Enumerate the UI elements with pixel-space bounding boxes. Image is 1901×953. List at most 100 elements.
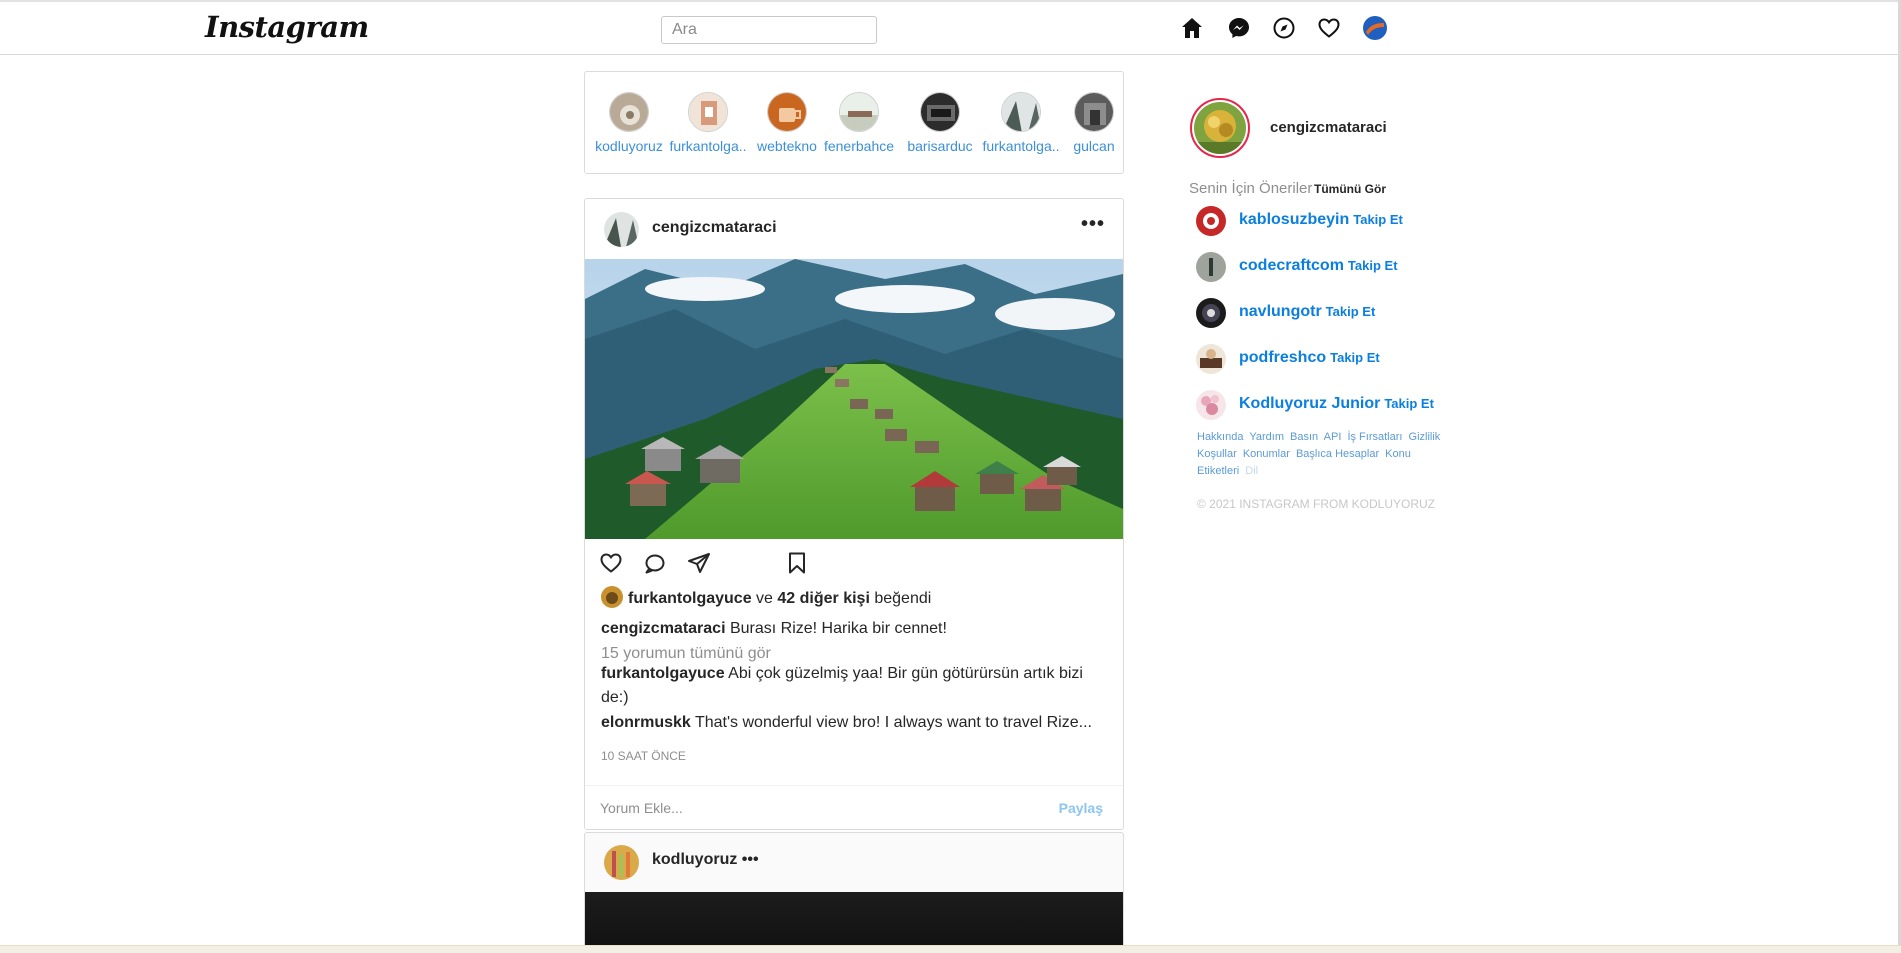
story-item[interactable]: kodluyoruz [587,92,671,154]
suggestion-item: kablosuzbeyin Takip Et [1196,206,1476,236]
suggestion-avatar[interactable] [1196,252,1226,282]
story-item[interactable]: fenerbahce [817,92,901,154]
story-username: barisarduc [907,138,973,154]
post-author-avatar[interactable] [604,212,639,247]
footer-link[interactable]: Konumlar [1243,448,1290,460]
stories-bar: kodluyoruz furkantolga.. webtekno fenerb… [584,71,1124,174]
more-dots-icon[interactable]: ••• [742,851,759,868]
footer-link[interactable]: Basın [1290,431,1318,443]
feed-post-2: kodluyoruz ••• [584,832,1124,953]
post-comment-button[interactable]: Paylaş [1059,800,1103,816]
story-avatar [688,92,728,132]
post-author-avatar[interactable] [604,845,639,880]
liker-username[interactable]: furkantolgayuce [628,590,752,607]
post-caption: cengizcmataraci Burası Rize! Harika bir … [601,620,1106,638]
story-avatar [1001,92,1041,132]
suggestion-username[interactable]: codecraftcom Takip Et [1239,257,1398,275]
footer-link[interactable]: Hakkında [1197,431,1243,443]
likes-suffix: beğendi [874,590,932,607]
explore-compass-icon[interactable] [1271,15,1297,41]
suggestion-avatar[interactable] [1196,206,1226,236]
post-timestamp: 10 SAAT ÖNCE [601,749,686,763]
suggestion-avatar[interactable] [1196,344,1226,374]
current-user-username[interactable]: cengizcmataraci [1270,119,1387,136]
story-username: fenerbahce [823,138,895,154]
follow-button[interactable]: Takip Et [1330,350,1380,365]
suggestion-item: navlungotr Takip Et [1196,298,1476,328]
post2-username[interactable]: kodluyoruz [652,851,737,868]
messenger-icon[interactable] [1226,15,1252,41]
story-username: kodluyoruz [595,138,663,154]
comment-bubble-icon[interactable] [643,551,667,580]
follow-button[interactable]: Takip Et [1384,396,1434,411]
follow-button[interactable]: Takip Et [1326,304,1376,319]
instagram-logo[interactable]: Instagram [205,10,369,44]
page: Instagram kodluyoruz furkantolga.. [0,0,1901,953]
top-navigation: Instagram [0,0,1898,55]
caption-text: Burası Rize! Harika bir cennet! [729,620,947,637]
story-item[interactable]: furkantolga.. [979,92,1063,154]
suggestion-avatar[interactable] [1196,390,1226,420]
story-avatar [839,92,879,132]
bottom-bar [0,945,1901,953]
comment-text: That's wonderful view bro! I always want… [694,714,1092,731]
liker-avatar [601,586,623,608]
like-heart-icon[interactable] [599,551,623,580]
footer-links: Hakkında Yardım Basın API İş Fırsatları … [1197,429,1447,480]
home-icon[interactable] [1179,15,1205,41]
footer-link[interactable]: İş Fırsatları [1347,431,1402,443]
likes-connector: ve [756,590,773,607]
suggestion-item: Kodluyoruz Junior Takip Et [1196,390,1476,420]
bookmark-icon[interactable] [785,551,809,580]
post-photo[interactable] [585,259,1123,539]
story-avatar [767,92,807,132]
suggestion-username[interactable]: Kodluyoruz Junior Takip Et [1239,395,1434,413]
story-username: furkantolga.. [669,138,747,154]
heart-icon[interactable] [1316,15,1342,41]
comment-username[interactable]: elonrmuskk [601,714,691,731]
current-user-avatar[interactable] [1190,98,1250,158]
footer-link[interactable]: API [1324,431,1342,443]
suggestion-item: podfreshco Takip Et [1196,344,1476,374]
story-username: gulcan [1073,138,1115,154]
post-author-username[interactable]: cengizcmataraci [652,219,777,237]
post-photo[interactable] [585,892,1123,952]
post-author-username[interactable]: kodluyoruz ••• [652,851,759,869]
feed-post: cengizcmataraci ••• furkantolgayuce ve 4… [584,198,1124,830]
story-item[interactable]: gulcan [1052,92,1136,154]
follow-button[interactable]: Takip Et [1348,258,1398,273]
footer-link[interactable]: Başlıca Hesaplar [1296,448,1379,460]
view-all-comments-link[interactable]: 15 yorumun tümünü gör [601,645,771,663]
story-item[interactable]: barisarduc [898,92,982,154]
suggestions-title: Senin İçin Öneriler [1189,180,1313,197]
story-username: furkantolga.. [982,138,1060,154]
comment-input[interactable] [600,796,1040,820]
footer-link[interactable]: Yardım [1249,431,1284,443]
footer-link[interactable]: Koşullar [1197,448,1237,460]
story-avatar [609,92,649,132]
post-header: cengizcmataraci ••• [585,199,1123,259]
footer-link[interactable]: Dil [1245,465,1258,477]
suggestion-avatar[interactable] [1196,298,1226,328]
likes-others-count[interactable]: 42 diğer kişi [777,590,870,607]
more-dots-icon[interactable]: ••• [1081,213,1105,236]
suggestion-item: codecraftcom Takip Et [1196,252,1476,282]
profile-avatar-icon[interactable] [1362,15,1388,41]
story-item[interactable]: furkantolga.. [666,92,750,154]
suggestion-username[interactable]: kablosuzbeyin Takip Et [1239,211,1403,229]
caption-username[interactable]: cengizcmataraci [601,620,726,637]
comment-item: elonrmuskk That's wonderful view bro! I … [601,711,1106,735]
share-paper-plane-icon[interactable] [687,551,711,580]
search-input[interactable] [661,16,877,44]
comment-item: furkantolgayuce Abi çok güzelmiş yaa! Bi… [601,662,1106,710]
story-avatar [1074,92,1114,132]
footer-link[interactable]: Gizlilik [1409,431,1441,443]
follow-button[interactable]: Takip Et [1353,212,1403,227]
suggestion-username[interactable]: navlungotr Takip Et [1239,303,1375,321]
comment-username[interactable]: furkantolgayuce [601,665,725,682]
likes-summary[interactable]: furkantolgayuce ve 42 diğer kişi beğendi [601,586,931,608]
suggestion-username[interactable]: podfreshco Takip Et [1239,349,1380,367]
add-comment-bar: Paylaş [585,785,1123,829]
see-all-suggestions-link[interactable]: Tümünü Gör [1314,182,1386,196]
story-avatar [920,92,960,132]
